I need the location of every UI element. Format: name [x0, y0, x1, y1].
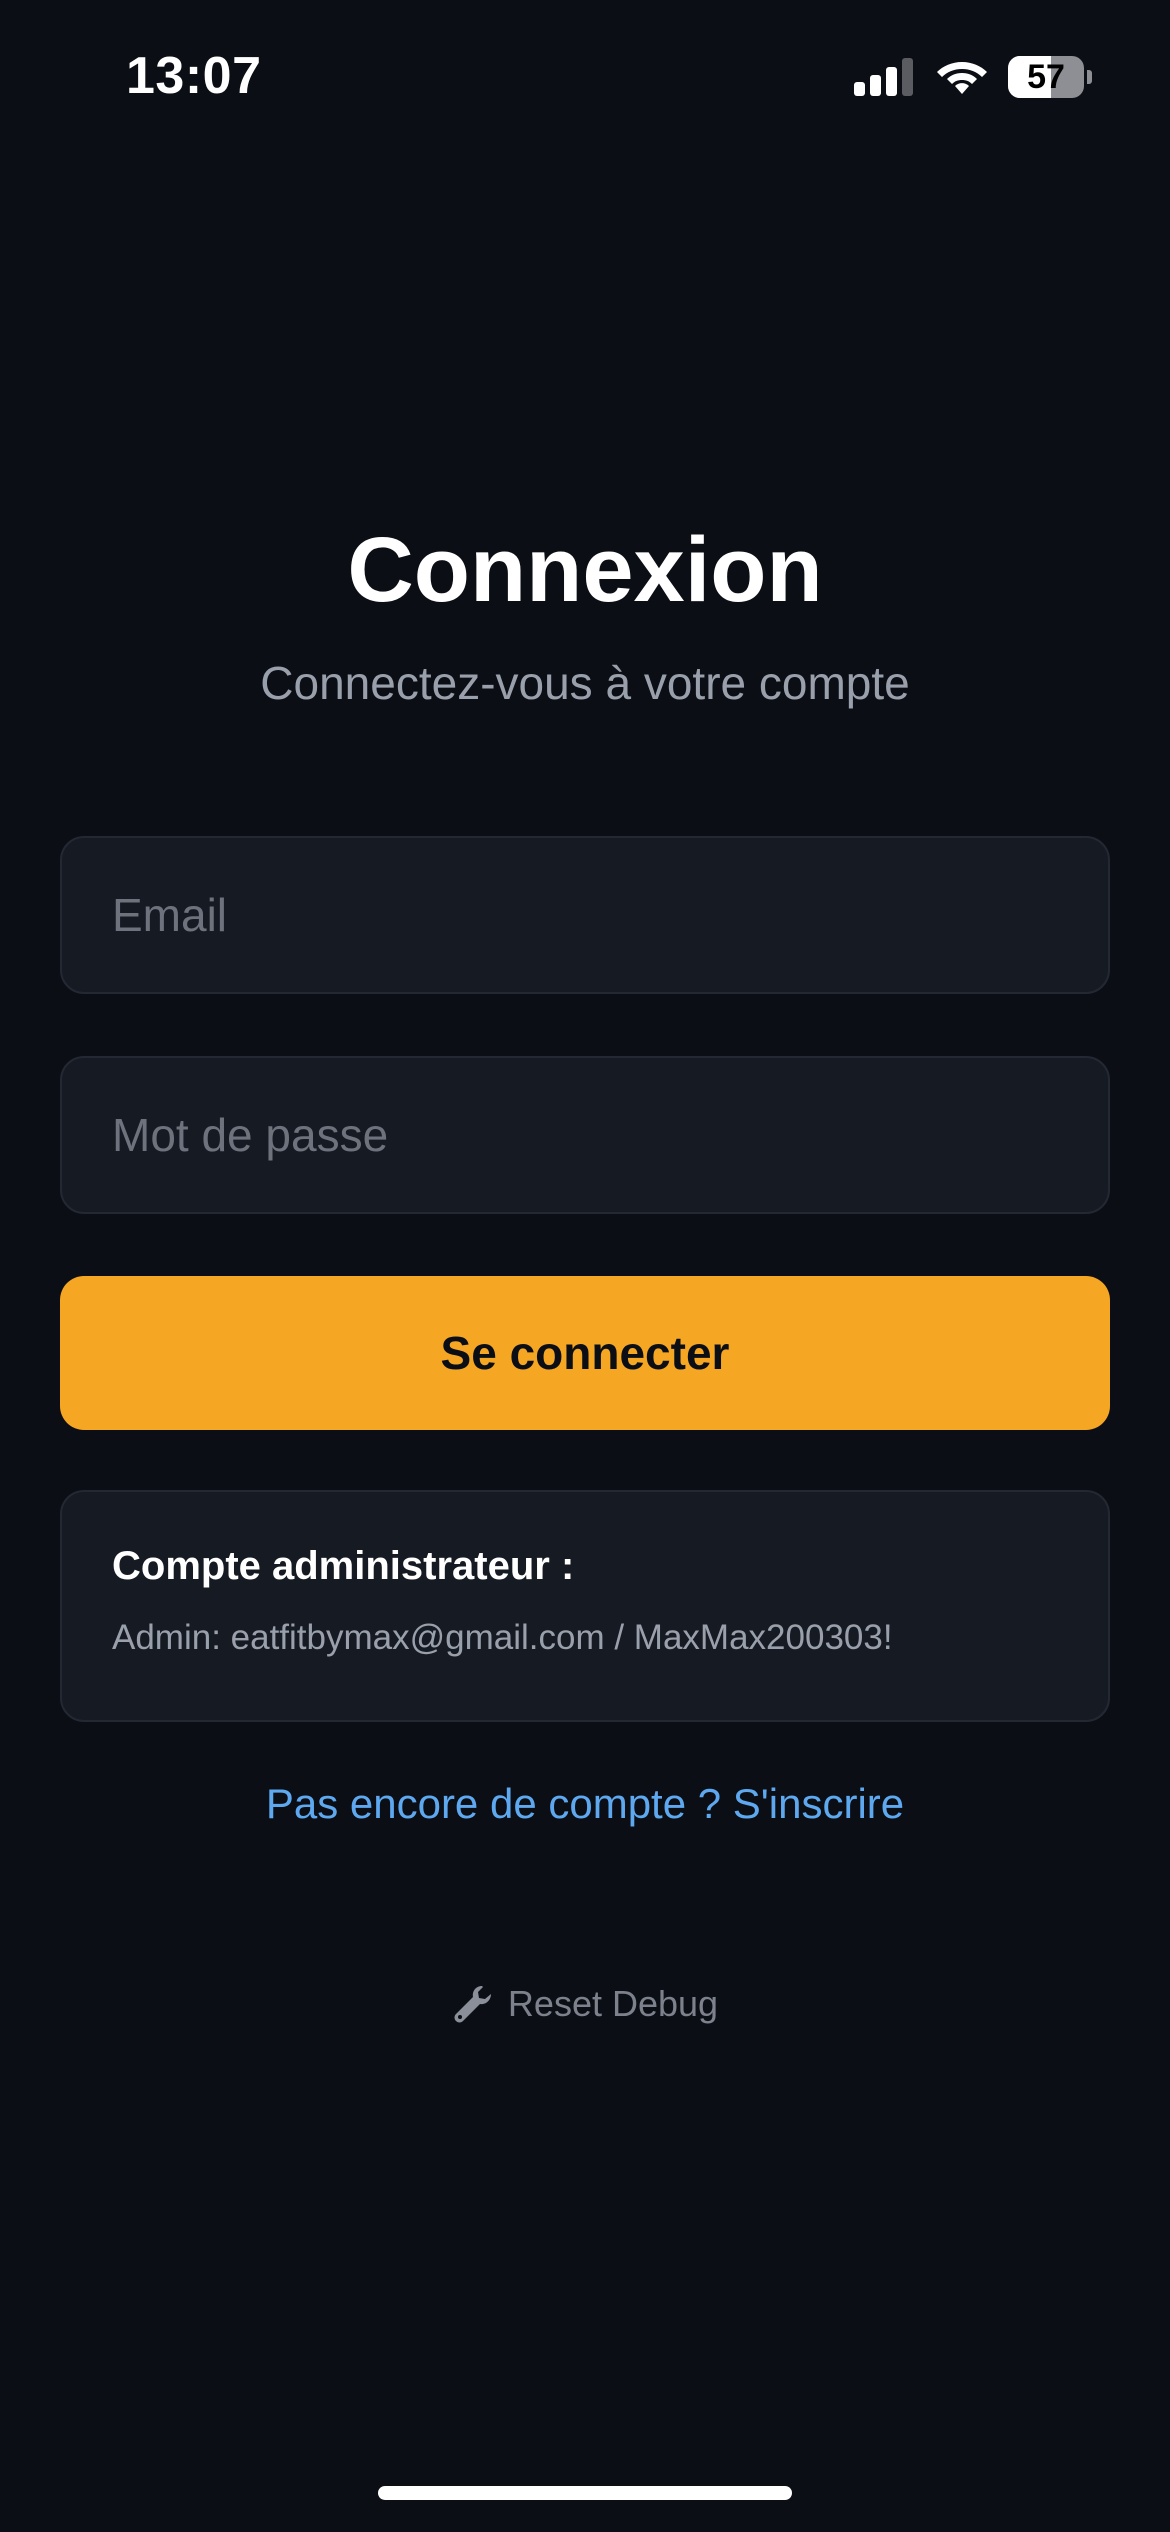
password-field-container — [60, 1056, 1110, 1214]
page-title: Connexion — [347, 519, 823, 621]
email-field[interactable] — [62, 838, 1108, 992]
login-button[interactable]: Se connecter — [60, 1276, 1110, 1430]
password-field[interactable] — [62, 1058, 1108, 1212]
wrench-icon — [454, 1986, 491, 2023]
email-field-container — [60, 836, 1110, 994]
battery-level: 57 — [1027, 58, 1065, 96]
signup-link[interactable]: Pas encore de compte ? S'inscrire — [0, 1780, 1170, 1828]
reset-debug-label: Reset Debug — [507, 1983, 719, 2024]
home-indicator[interactable] — [378, 2486, 792, 2500]
wifi-icon — [937, 62, 987, 94]
status-bar: 13:07 57 — [0, 0, 1170, 150]
battery-icon: 57 — [1008, 56, 1092, 98]
admin-info-title: Compte administrateur : — [112, 1544, 575, 1588]
admin-info-box: Compte administrateur : Admin: eatfitbym… — [60, 1490, 1110, 1722]
signal-icon — [854, 58, 914, 96]
status-time: 13:07 — [126, 47, 262, 105]
admin-credentials: Admin: eatfitbymax@gmail.com / MaxMax200… — [112, 1618, 893, 1657]
page-subtitle: Connectez-vous à votre compte — [260, 657, 910, 709]
reset-debug-button[interactable]: Reset Debug — [0, 1982, 1170, 2026]
